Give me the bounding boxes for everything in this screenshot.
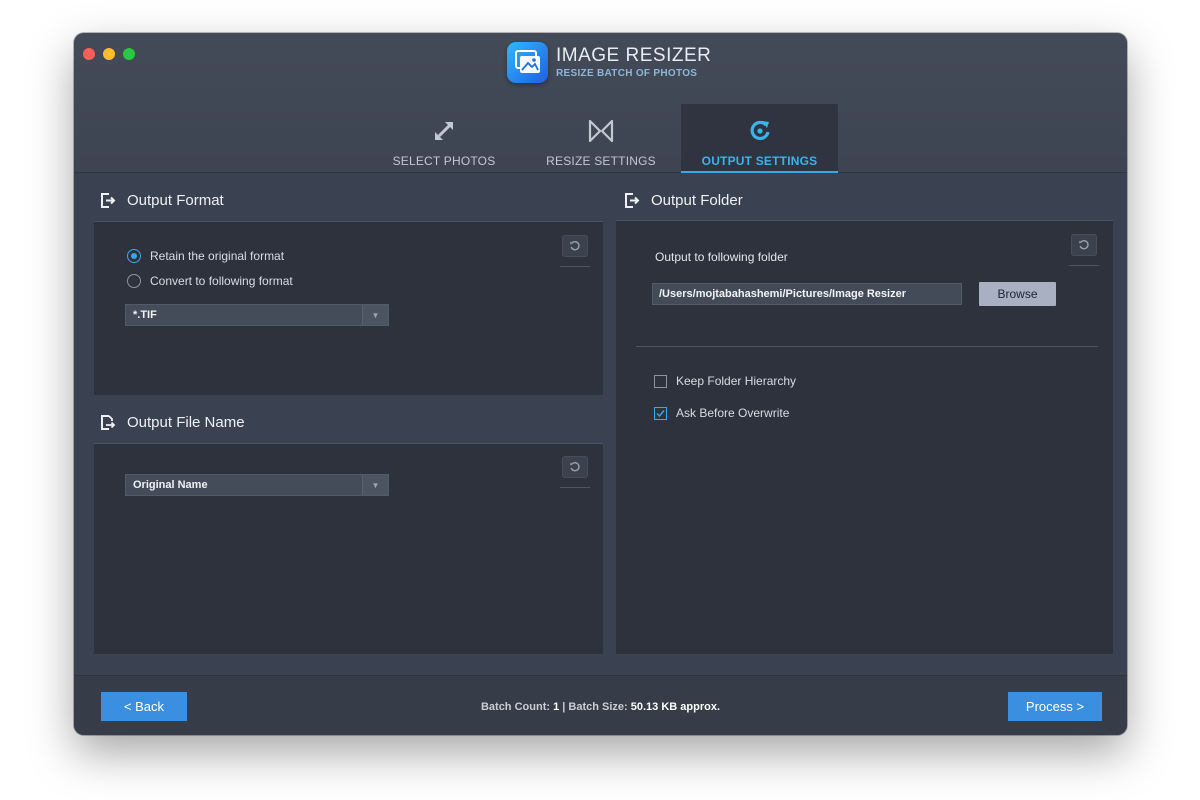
keep-folder-hierarchy-checkbox[interactable] bbox=[654, 374, 667, 388]
retain-format-label: Retain the original format bbox=[150, 249, 285, 263]
window-controls bbox=[83, 48, 135, 60]
format-select[interactable]: *.TIF ▼ bbox=[125, 304, 389, 326]
output-file-name-panel: Original Name ▼ bbox=[94, 444, 603, 654]
ask-before-overwrite-label: Ask Before Overwrite bbox=[676, 406, 790, 420]
format-select-value: *.TIF bbox=[133, 309, 157, 321]
output-folder-label: Output to following folder bbox=[655, 250, 788, 264]
convert-format-label: Convert to following format bbox=[150, 274, 293, 288]
tab-output-settings-label: OUTPUT SETTINGS bbox=[701, 154, 818, 168]
batch-info: Batch Count: 1 | Batch Size: 50.13 KB ap… bbox=[74, 701, 1127, 713]
batch-count-label: Batch Count: bbox=[480, 701, 551, 713]
minimize-window-button[interactable] bbox=[103, 48, 115, 60]
keep-folder-hierarchy-option[interactable]: Keep Folder Hierarchy bbox=[654, 374, 796, 388]
output-refresh-icon bbox=[747, 118, 773, 144]
reset-icon bbox=[570, 461, 580, 472]
footer: < Back Batch Count: 1 | Batch Size: 50.1… bbox=[74, 675, 1127, 735]
file-name-select-value: Original Name bbox=[133, 479, 208, 491]
header: IMAGE RESIZER RESIZE BATCH OF PHOTOS SEL… bbox=[74, 33, 1127, 173]
app-subtitle: RESIZE BATCH OF PHOTOS bbox=[556, 68, 698, 79]
chevron-down-icon: ▼ bbox=[362, 305, 388, 325]
tab-select-photos-label: SELECT PHOTOS bbox=[392, 154, 496, 168]
output-file-name-header: Output File Name bbox=[99, 414, 245, 431]
output-format-header: Output Format bbox=[99, 192, 224, 209]
batch-count-value: 1 bbox=[553, 701, 560, 713]
convert-format-option[interactable]: Convert to following format bbox=[127, 274, 293, 288]
tab-output-settings[interactable]: OUTPUT SETTINGS bbox=[681, 104, 838, 173]
keep-folder-hierarchy-label: Keep Folder Hierarchy bbox=[676, 374, 797, 388]
file-name-select[interactable]: Original Name ▼ bbox=[125, 474, 389, 496]
app-title: IMAGE RESIZER bbox=[556, 45, 712, 66]
close-window-button[interactable] bbox=[83, 48, 95, 60]
output-folder-header: Output Folder bbox=[623, 192, 743, 209]
ask-before-overwrite-checkbox[interactable] bbox=[654, 406, 667, 420]
process-button[interactable]: Process > bbox=[1008, 692, 1102, 721]
tab-select-photos[interactable]: SELECT PHOTOS bbox=[364, 104, 524, 173]
output-folder-panel: Output to following folder /Users/mojtab… bbox=[616, 221, 1113, 654]
output-format-title: Output Format bbox=[127, 192, 224, 209]
chevron-down-icon: ▼ bbox=[362, 475, 388, 495]
file-export-icon bbox=[101, 415, 116, 430]
tab-resize-settings-label: RESIZE SETTINGS bbox=[546, 154, 656, 168]
expand-arrows-icon bbox=[431, 118, 457, 144]
divider bbox=[1069, 265, 1099, 266]
batch-size-value: 50.13 KB approx. bbox=[630, 701, 721, 713]
export-icon bbox=[625, 193, 640, 208]
batch-info-divider: | bbox=[562, 701, 566, 713]
batch-size-label: Batch Size: bbox=[568, 701, 628, 713]
app-window: IMAGE RESIZER RESIZE BATCH OF PHOTOS SEL… bbox=[74, 33, 1127, 735]
resize-bowtie-icon bbox=[588, 118, 614, 144]
reset-format-button[interactable] bbox=[562, 235, 588, 257]
checkmark-icon bbox=[656, 409, 665, 417]
reset-folder-button[interactable] bbox=[1071, 234, 1097, 256]
output-file-name-title: Output File Name bbox=[127, 414, 245, 431]
reset-icon bbox=[570, 240, 580, 251]
retain-format-radio[interactable] bbox=[127, 249, 141, 263]
reset-file-name-button[interactable] bbox=[562, 456, 588, 478]
zoom-window-button[interactable] bbox=[123, 48, 135, 60]
app-logo-icon bbox=[507, 42, 548, 83]
output-folder-title: Output Folder bbox=[651, 192, 743, 209]
tab-resize-settings[interactable]: RESIZE SETTINGS bbox=[521, 104, 681, 173]
divider bbox=[560, 266, 590, 267]
export-icon bbox=[101, 193, 116, 208]
browse-button[interactable]: Browse bbox=[979, 282, 1056, 306]
divider bbox=[636, 346, 1098, 347]
convert-format-radio[interactable] bbox=[127, 274, 141, 288]
output-format-panel: Retain the original format Convert to fo… bbox=[94, 222, 603, 395]
reset-icon bbox=[1079, 239, 1089, 250]
retain-format-option[interactable]: Retain the original format bbox=[127, 249, 284, 263]
output-folder-path-field[interactable]: /Users/mojtabahashemi/Pictures/Image Res… bbox=[652, 283, 962, 305]
divider bbox=[560, 487, 590, 488]
ask-before-overwrite-option[interactable]: Ask Before Overwrite bbox=[654, 406, 789, 420]
